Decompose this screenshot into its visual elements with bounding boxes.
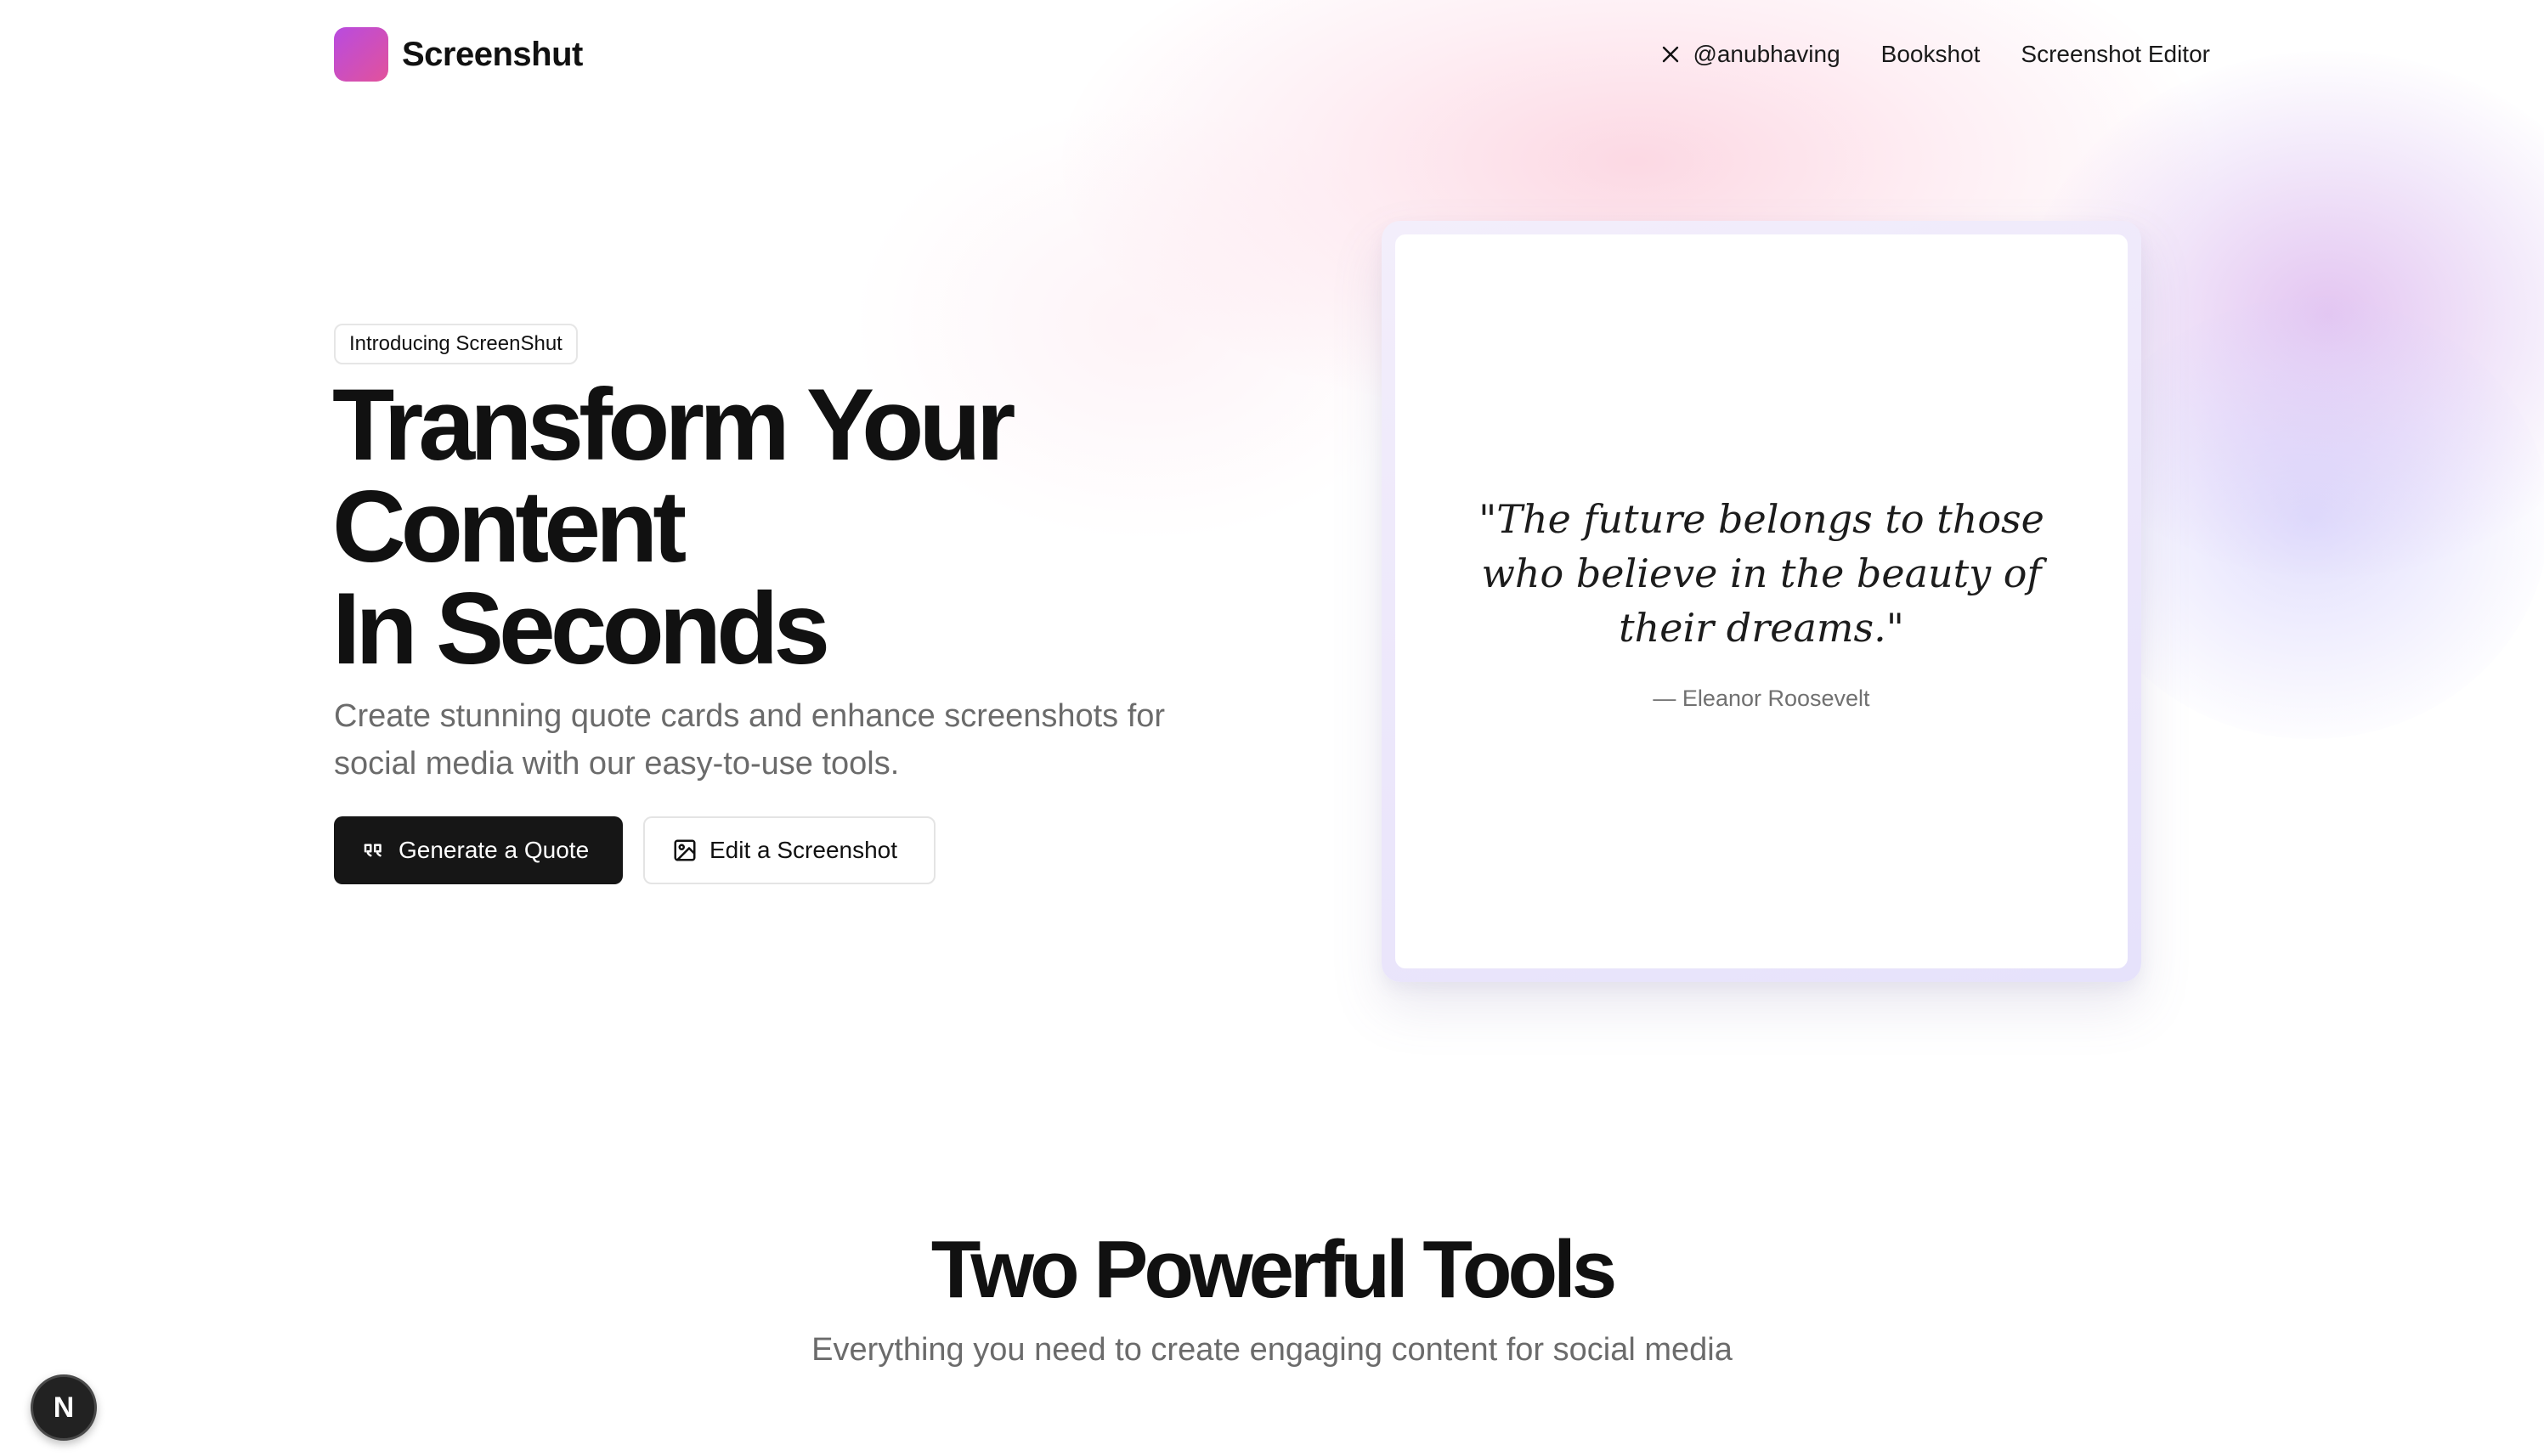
x-twitter-icon bbox=[1663, 46, 1679, 63]
background-glow-lavender bbox=[2073, 297, 2544, 739]
quote-text: "The future belongs to those who believe… bbox=[1478, 495, 2044, 651]
brand-logo bbox=[334, 27, 388, 82]
hero-title: Transform Your Content In Seconds bbox=[332, 374, 1267, 680]
nav-link-bookshot[interactable]: Bookshot bbox=[1881, 41, 1981, 68]
top-nav: @anubhaving Bookshot Screenshot Editor bbox=[1660, 41, 2210, 68]
intro-badge: Introducing ScreenShut bbox=[334, 324, 578, 364]
nav-link-twitter-label: @anubhaving bbox=[1693, 41, 1840, 67]
tools-section-title: Two Powerful Tools bbox=[930, 1224, 1617, 1315]
nav-link-twitter[interactable]: @anubhaving bbox=[1660, 41, 1840, 68]
dev-tools-badge[interactable]: N bbox=[31, 1374, 97, 1441]
generate-quote-label: Generate a Quote bbox=[399, 837, 590, 863]
tools-section-subtitle: Everything you need to create engaging c… bbox=[811, 1332, 1733, 1368]
nav-link-screenshot-editor[interactable]: Screenshot Editor bbox=[2021, 41, 2210, 68]
hero-title-line-3: In Seconds bbox=[332, 572, 830, 686]
quote-card-inner: "The future belongs to those who believe… bbox=[1395, 234, 2128, 968]
quote-author: — Eleanor Roosevelt bbox=[1653, 685, 1870, 711]
brand-name: Screenshut bbox=[402, 35, 583, 73]
nav-link-screenshot-editor-label: Screenshot Editor bbox=[2021, 41, 2210, 67]
generate-quote-button[interactable]: Generate a Quote bbox=[334, 816, 623, 884]
hero-title-line-1: Transform Your bbox=[332, 368, 1015, 482]
hero-subtitle: Create stunning quote cards and enhance … bbox=[334, 698, 1166, 782]
hero-actions: Generate a Quote Edit a Screenshot bbox=[334, 816, 936, 884]
nav-link-bookshot-label: Bookshot bbox=[1880, 41, 1981, 67]
edit-screenshot-button[interactable]: Edit a Screenshot bbox=[643, 816, 936, 884]
site-header: Screenshut @anubhaving Bookshot Screensh… bbox=[334, 27, 2210, 82]
quote-card-preview: "The future belongs to those who believe… bbox=[1382, 221, 2141, 982]
quote-icon bbox=[364, 844, 382, 857]
brand-link[interactable]: Screenshut bbox=[334, 27, 583, 82]
image-icon bbox=[674, 839, 696, 861]
hero-title-line-2: Content bbox=[332, 470, 687, 584]
edit-screenshot-label: Edit a Screenshot bbox=[709, 837, 898, 863]
